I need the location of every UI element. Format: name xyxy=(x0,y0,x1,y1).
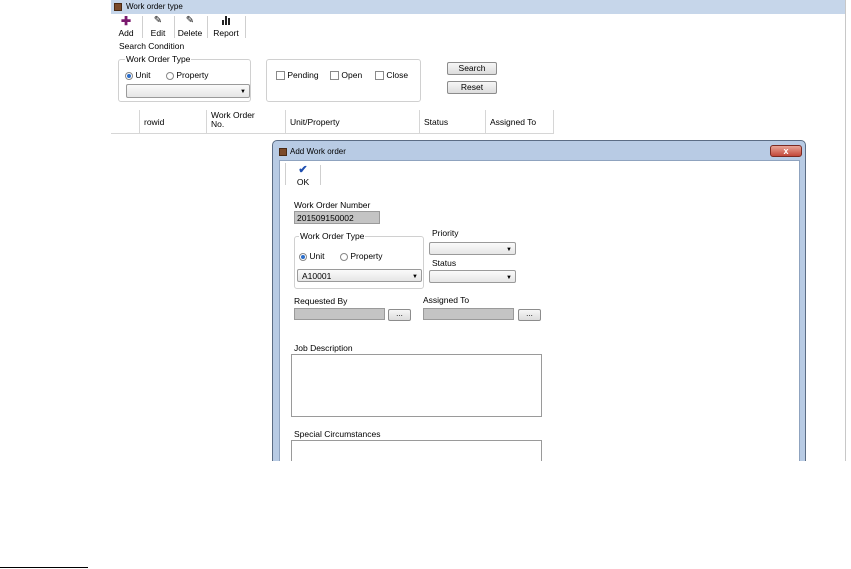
dialog-title: Add Work order xyxy=(290,147,346,156)
chevron-down-icon: ▼ xyxy=(240,89,246,95)
chevron-down-icon: ▼ xyxy=(412,274,418,280)
status-label: Status xyxy=(432,258,457,268)
delete-button[interactable]: ✎ Delete xyxy=(175,14,205,40)
toolbar-grip xyxy=(285,163,286,185)
search-button[interactable]: Search xyxy=(447,62,497,75)
dialog-unit-radio[interactable]: Unit xyxy=(299,251,325,261)
special-circumstances-label: Special Circumstances xyxy=(294,429,381,439)
radio-unselected-icon xyxy=(166,71,174,80)
priority-label: Priority xyxy=(432,228,459,238)
radio-selected-icon xyxy=(125,71,133,80)
column-header-rowid[interactable]: rowid xyxy=(140,110,207,134)
main-window-title: Work order type xyxy=(126,2,183,11)
open-checkbox[interactable]: Open xyxy=(330,70,363,81)
work-order-type-combo[interactable]: ▼ xyxy=(126,84,250,98)
unit-radio[interactable]: Unit xyxy=(125,70,151,80)
search-condition-label: Search Condition xyxy=(119,41,185,51)
column-header-assigned-to[interactable]: Assigned To xyxy=(486,110,554,134)
report-button[interactable]: Report xyxy=(210,14,242,40)
ok-button[interactable]: ✔ OK xyxy=(290,163,316,187)
priority-combo[interactable]: ▼ xyxy=(429,242,516,255)
radio-unselected-icon xyxy=(340,252,348,261)
work-order-type-group-label: Work Order Type xyxy=(125,54,192,64)
checkmark-icon: ✔ xyxy=(298,164,308,176)
desktop-background xyxy=(0,461,851,569)
close-icon[interactable]: x xyxy=(770,145,802,157)
close-label: Close xyxy=(386,70,409,80)
checkbox-icon xyxy=(375,71,384,81)
main-title-bar: Work order type xyxy=(111,0,845,15)
column-header-status[interactable]: Status xyxy=(420,110,486,134)
dialog-app-icon xyxy=(279,148,287,156)
assigned-to-label: Assigned To xyxy=(423,295,470,305)
add-work-order-dialog: Add Work order x ✔ OK Work Order Number … xyxy=(272,140,806,470)
property-radio[interactable]: Property xyxy=(166,70,209,80)
add-button[interactable]: ✚ Add xyxy=(114,14,138,40)
status-combo[interactable]: ▼ xyxy=(429,270,516,283)
divider xyxy=(0,567,88,568)
dialog-property-radio[interactable]: Property xyxy=(340,251,383,261)
chevron-down-icon: ▼ xyxy=(506,275,512,281)
app-icon xyxy=(114,3,122,11)
pending-label: Pending xyxy=(287,70,319,80)
dialog-work-order-type-label: Work Order Type xyxy=(299,231,366,241)
edit-button[interactable]: ✎ Edit xyxy=(145,14,171,40)
unit-radio-label: Unit xyxy=(135,70,151,80)
toolbar-separator xyxy=(142,16,143,38)
grid-row-header-corner xyxy=(111,110,140,134)
pencil-icon: ✎ xyxy=(185,15,195,26)
toolbar: ✚ Add ✎ Edit ✎ Delete Report xyxy=(111,14,845,40)
column-header-unit-property[interactable]: Unit/Property xyxy=(286,110,420,134)
pending-checkbox[interactable]: Pending xyxy=(276,70,319,81)
radio-selected-icon xyxy=(299,252,307,261)
requested-by-browse-button[interactable]: ... xyxy=(388,309,411,321)
job-description-textarea[interactable] xyxy=(291,354,542,417)
chevron-down-icon: ▼ xyxy=(506,247,512,253)
pencil-icon: ✎ xyxy=(153,15,163,26)
open-label: Open xyxy=(341,70,363,80)
requested-by-label: Requested By xyxy=(294,296,348,306)
property-radio-label: Property xyxy=(176,70,209,80)
column-header-work-order-no[interactable]: Work Order No. xyxy=(207,110,286,134)
close-checkbox[interactable]: Close xyxy=(375,70,409,81)
bar-chart-icon xyxy=(210,14,242,28)
work-order-number-label: Work Order Number xyxy=(294,200,371,210)
toolbar-separator xyxy=(320,165,321,185)
checkbox-icon xyxy=(276,71,285,81)
requested-by-field[interactable] xyxy=(294,308,385,320)
work-order-number-field[interactable]: 201509150002 xyxy=(294,211,380,224)
checkbox-icon xyxy=(330,71,339,81)
reset-button[interactable]: Reset xyxy=(447,81,497,94)
status-filter-group xyxy=(266,59,421,102)
toolbar-separator xyxy=(245,16,246,38)
plus-icon: ✚ xyxy=(120,14,132,28)
assigned-to-browse-button[interactable]: ... xyxy=(518,309,541,321)
dialog-unit-combo[interactable]: A10001 ▼ xyxy=(297,269,422,282)
job-description-label: Job Description xyxy=(294,343,353,353)
assigned-to-field[interactable] xyxy=(423,308,514,320)
toolbar-separator xyxy=(207,16,208,38)
dialog-client-area: ✔ OK Work Order Number 201509150002 Work… xyxy=(279,160,800,469)
